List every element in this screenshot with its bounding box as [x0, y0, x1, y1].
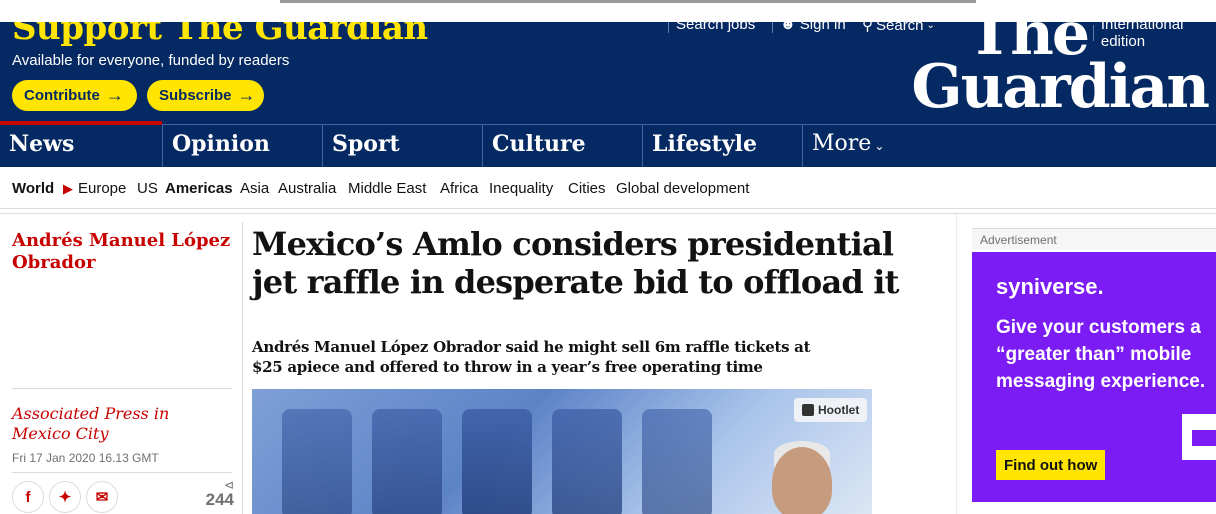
image-detail [372, 409, 442, 514]
more-label: More [812, 131, 872, 156]
email-share-button[interactable]: ✉ [86, 481, 118, 513]
ad-brand: syniverse. [996, 274, 1104, 299]
contribute-label: Contribute [24, 87, 100, 104]
scroll-indicator [280, 0, 976, 3]
browser-top-strip [0, 0, 1216, 22]
arrow-right-icon: → [237, 85, 256, 105]
pillar-sport[interactable]: Sport [322, 125, 482, 168]
sub-navigation: World ▶ Europe US Americas Asia Australi… [0, 167, 1216, 209]
divider [0, 213, 1216, 214]
facebook-icon: f [25, 488, 31, 506]
user-icon: ☻ [780, 22, 796, 33]
support-title: Support The Guardian [12, 22, 428, 48]
article-main-image [252, 389, 872, 514]
pillar-nav: News Opinion Sport Culture Lifestyle Mor… [0, 121, 1216, 168]
logo-line-2: Guardian [911, 51, 1210, 122]
subnav-cities[interactable]: Cities [568, 180, 606, 197]
contribute-button[interactable]: Contribute → [12, 80, 137, 111]
divider [772, 22, 773, 33]
subnav-europe[interactable]: Europe [78, 180, 126, 197]
search-jobs-link[interactable]: Search jobs [668, 22, 755, 33]
article-headline: Mexico’s Amlo considers presidential jet… [252, 225, 899, 301]
hootlet-label: Hootlet [818, 403, 860, 417]
divider [12, 472, 232, 473]
support-subtitle: Available for everyone, funded by reader… [12, 52, 290, 69]
twitter-share-button[interactable]: ✦ [49, 481, 81, 513]
subnav-us[interactable]: US [137, 180, 158, 197]
publish-date: Fri 17 Jan 2020 16.13 GMT [12, 451, 159, 465]
email-icon: ✉ [95, 489, 109, 506]
subscribe-button[interactable]: Subscribe → [147, 80, 264, 111]
masthead: Support The Guardian Available for every… [0, 22, 1216, 124]
subnav-australia[interactable]: Australia [278, 180, 336, 197]
pillar-lifestyle[interactable]: Lifestyle [642, 125, 802, 168]
image-detail [282, 409, 352, 514]
article-standfirst: Andrés Manuel López Obrador said he migh… [252, 338, 811, 376]
series-label[interactable]: Andrés Manuel López Obrador [12, 230, 234, 273]
search-jobs-label: Search jobs [676, 22, 756, 33]
subnav-world[interactable]: World [12, 180, 54, 197]
column-divider [242, 222, 243, 514]
divider [12, 388, 232, 389]
pillar-opinion[interactable]: Opinion [162, 125, 322, 168]
column-divider [956, 214, 957, 514]
share-count-value: 244 [205, 490, 234, 509]
image-detail [462, 409, 532, 514]
advertisement-label: Advertisement [972, 228, 1216, 250]
guardian-logo[interactable]: The Guardian [898, 22, 1210, 122]
advertisement[interactable]: syniverse. Give your customers a “greate… [972, 252, 1216, 502]
chevron-down-icon: ⌄ [874, 139, 885, 153]
sign-in-label: Sign in [799, 22, 846, 33]
subnav-africa[interactable]: Africa [440, 180, 478, 197]
image-detail [642, 409, 712, 514]
arrow-right-icon: → [105, 85, 124, 105]
subnav-americas[interactable]: Americas [165, 180, 233, 197]
twitter-icon: ✦ [58, 489, 72, 506]
image-detail [552, 409, 622, 514]
share-count: ⊲ 244 [196, 478, 234, 510]
subnav-asia[interactable]: Asia [240, 180, 269, 197]
byline[interactable]: Associated Press in Mexico City [12, 404, 232, 444]
image-detail [772, 447, 832, 514]
divider [668, 22, 669, 33]
subnav-global-development[interactable]: Global development [616, 180, 749, 197]
hootlet-button[interactable]: Hootlet [794, 398, 868, 422]
ad-cta-button[interactable]: Find out how [996, 450, 1106, 480]
sign-in-link[interactable]: ☻ Sign in [772, 22, 846, 33]
search-icon: ⚲ [862, 22, 873, 34]
hootlet-icon [802, 404, 814, 416]
pillar-more[interactable]: More ⌄ [802, 125, 922, 168]
subnav-middle-east[interactable]: Middle East [348, 180, 426, 197]
ad-logo-shape [1192, 430, 1216, 446]
pillar-news[interactable]: News [0, 121, 162, 168]
pillar-culture[interactable]: Culture [482, 125, 642, 168]
subscribe-label: Subscribe [159, 87, 232, 104]
triangle-right-icon: ▶ [63, 181, 73, 196]
ad-copy: Give your customers a “greater than” mob… [996, 317, 1206, 393]
subnav-inequality[interactable]: Inequality [489, 180, 553, 197]
facebook-share-button[interactable]: f [12, 481, 44, 513]
